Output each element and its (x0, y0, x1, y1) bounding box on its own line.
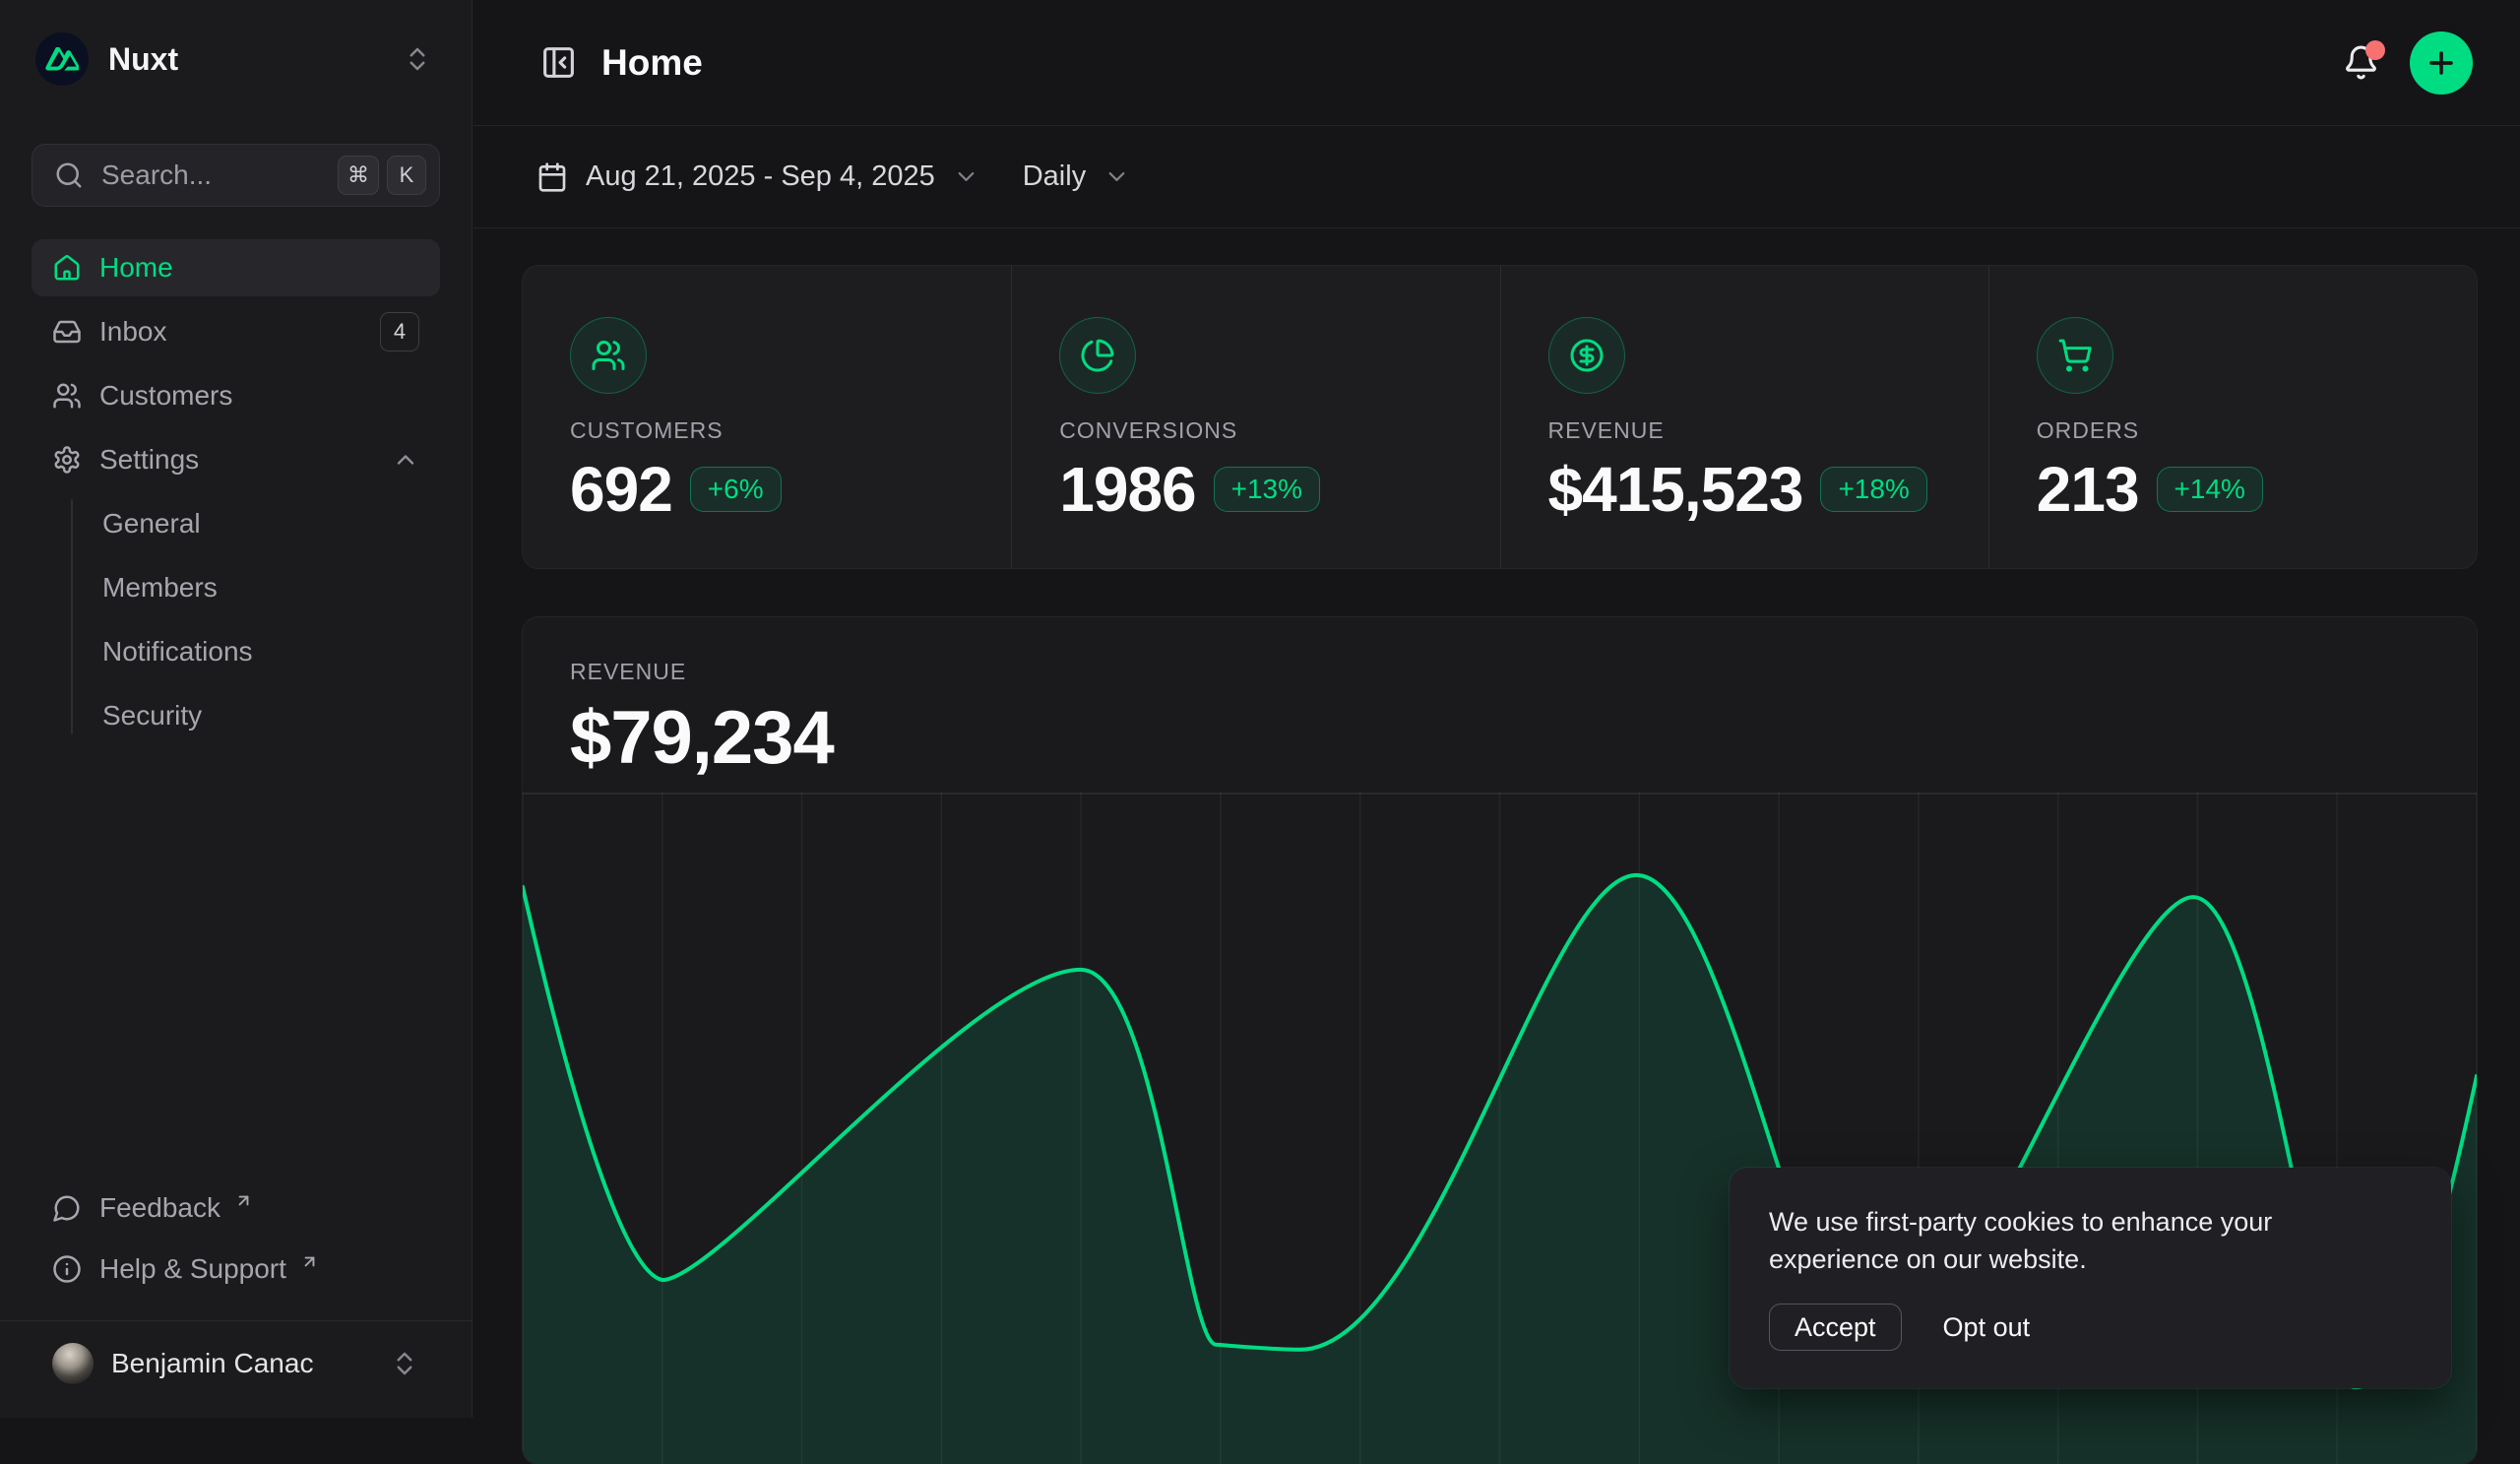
sidebar-item-label: Customers (99, 380, 232, 412)
sidebar-item-label: Security (102, 700, 202, 732)
sidebar-nav: Home Inbox 4 Customers Settings (32, 239, 440, 751)
chevron-down-icon (953, 163, 979, 190)
delta-badge: +18% (1820, 467, 1926, 512)
top-header: Home (473, 0, 2520, 126)
sidebar-item-inbox[interactable]: Inbox 4 (32, 303, 440, 360)
settings-submenu: General Members Notifications Security (71, 495, 440, 744)
stat-value: 692 (570, 458, 672, 521)
date-range-picker[interactable]: Aug 21, 2025 - Sep 4, 2025 (536, 160, 979, 193)
sidebar-item-label: Members (102, 572, 218, 604)
sidebar-item-label: Feedback (99, 1192, 220, 1224)
date-range-label: Aug 21, 2025 - Sep 4, 2025 (586, 160, 935, 193)
sidebar-item-settings[interactable]: Settings (32, 431, 440, 488)
chevrons-up-down-icon (390, 1349, 419, 1378)
shopping-cart-icon (2037, 317, 2113, 394)
chevron-down-icon (1103, 163, 1130, 190)
plus-icon (2425, 46, 2458, 80)
search-input[interactable] (99, 159, 322, 192)
delta-badge: +6% (690, 467, 782, 512)
sidebar-divider (0, 1320, 472, 1321)
opt-out-button[interactable]: Opt out (1943, 1312, 2031, 1343)
delta-badge: +13% (1214, 467, 1320, 512)
workspace-switcher[interactable]: Nuxt (32, 28, 440, 91)
sidebar-item-notifications[interactable]: Notifications (102, 623, 440, 680)
period-select[interactable]: Daily (1023, 160, 1130, 193)
house-icon (52, 253, 82, 283)
sidebar-spacer (32, 751, 440, 1180)
sidebar-item-security[interactable]: Security (102, 687, 440, 744)
sidebar-item-label: Inbox (99, 316, 167, 348)
revenue-chart-value: $79,234 (570, 701, 2477, 776)
add-button[interactable] (2410, 32, 2473, 95)
pie-chart-icon (1059, 317, 1136, 394)
stat-card-customers[interactable]: CUSTOMERS 692 +6% (523, 266, 1011, 568)
cookie-message: We use first-party cookies to enhance yo… (1769, 1203, 2369, 1278)
external-link-icon (300, 1252, 319, 1271)
user-name: Benjamin Canac (111, 1348, 372, 1379)
notifications-button[interactable] (2339, 41, 2382, 85)
nuxt-logo-icon (35, 32, 89, 86)
sidebar-item-label: Help & Support (99, 1253, 286, 1285)
external-link-icon (234, 1191, 253, 1210)
info-circle-icon (52, 1254, 82, 1284)
gear-icon (52, 445, 82, 475)
search-box[interactable]: ⌘ K (32, 144, 440, 207)
delta-badge: +14% (2157, 467, 2263, 512)
kbd-cmd: ⌘ (338, 156, 379, 195)
revenue-chart-label: REVENUE (570, 659, 2477, 685)
workspace-name: Nuxt (108, 41, 383, 78)
chevron-up-icon (392, 446, 419, 474)
search-shortcut: ⌘ K (338, 156, 426, 195)
sidebar-item-home[interactable]: Home (32, 239, 440, 296)
sidebar-item-label: Home (99, 252, 173, 284)
sidebar-item-members[interactable]: Members (102, 559, 440, 616)
search-icon (54, 160, 84, 190)
period-label: Daily (1023, 160, 1086, 193)
cookie-banner: We use first-party cookies to enhance yo… (1730, 1168, 2451, 1388)
avatar (52, 1343, 94, 1384)
header-actions (2339, 32, 2473, 95)
stat-label: REVENUE (1548, 417, 1988, 444)
sidebar-item-general[interactable]: General (102, 495, 440, 552)
sidebar-collapse-button[interactable] (536, 41, 580, 85)
filters-toolbar: Aug 21, 2025 - Sep 4, 2025 Daily (473, 126, 2520, 228)
users-icon (52, 381, 82, 411)
stat-label: ORDERS (2037, 417, 2477, 444)
sidebar-item-label: Settings (99, 444, 199, 476)
stat-card-conversions[interactable]: CONVERSIONS 1986 +13% (1011, 266, 1499, 568)
inbox-count-badge: 4 (380, 312, 419, 351)
stat-value: 1986 (1059, 458, 1195, 521)
users-icon (570, 317, 647, 394)
circle-dollar-icon (1548, 317, 1625, 394)
sidebar-item-label: General (102, 508, 201, 540)
stat-value: $415,523 (1548, 458, 1803, 521)
sidebar-item-help-support[interactable]: Help & Support (32, 1241, 440, 1297)
calendar-icon (536, 161, 568, 193)
chevrons-up-down-icon (403, 44, 432, 74)
kbd-k: K (387, 156, 426, 195)
message-bubble-icon (52, 1193, 82, 1223)
stat-card-orders[interactable]: ORDERS 213 +14% (1988, 266, 2477, 568)
sidebar: Nuxt ⌘ K Home (0, 0, 472, 1418)
user-menu[interactable]: Benjamin Canac (32, 1325, 440, 1402)
inbox-icon (52, 317, 82, 347)
accept-button[interactable]: Accept (1769, 1304, 1902, 1351)
stats-panel: CUSTOMERS 692 +6% CONVERSIONS 1986 +13% (523, 266, 2477, 568)
stat-value: 213 (2037, 458, 2139, 521)
app-root: Nuxt ⌘ K Home (0, 0, 2520, 1418)
stat-card-revenue[interactable]: REVENUE $415,523 +18% (1500, 266, 1988, 568)
stat-label: CUSTOMERS (570, 417, 1011, 444)
notification-dot (2365, 40, 2385, 60)
sidebar-item-customers[interactable]: Customers (32, 367, 440, 424)
sidebar-item-label: Notifications (102, 636, 253, 668)
page-title: Home (601, 42, 703, 84)
stat-label: CONVERSIONS (1059, 417, 1499, 444)
sidebar-item-feedback[interactable]: Feedback (32, 1180, 440, 1236)
